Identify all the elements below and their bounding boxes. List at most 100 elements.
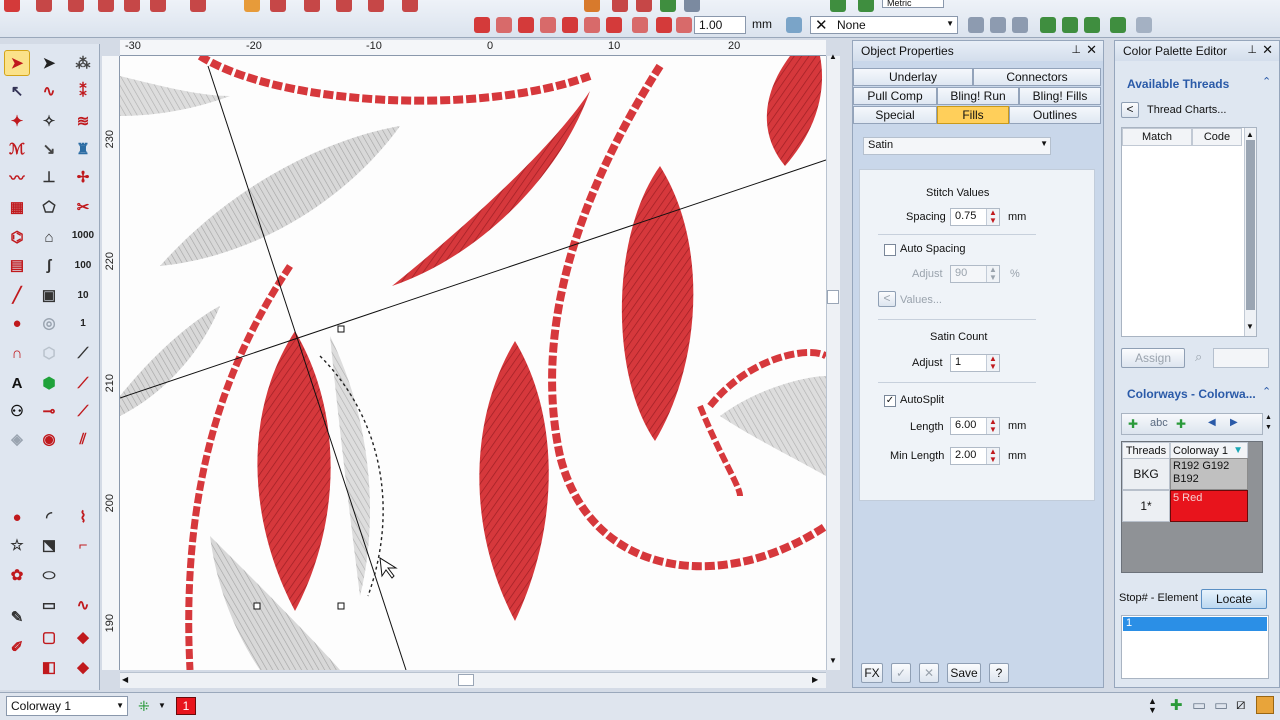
assign-button[interactable]: Assign	[1121, 348, 1185, 368]
tab-connectors[interactable]: Connectors	[973, 68, 1101, 86]
tool-icon[interactable]	[1062, 17, 1078, 33]
sphere-icon[interactable]: ●	[4, 504, 30, 530]
scroll-thumb[interactable]	[827, 290, 839, 304]
thread-charts-link[interactable]: Thread Charts...	[1147, 104, 1226, 116]
list-item[interactable]: 1	[1123, 617, 1267, 631]
add-icon[interactable]: ✚	[1170, 696, 1183, 714]
overlay-select[interactable]: ✕ None ▼	[810, 16, 958, 34]
align-icon[interactable]	[584, 17, 600, 33]
selection-handle[interactable]	[337, 325, 345, 333]
list-scrollbar[interactable]: ▲ ▼	[1244, 128, 1256, 336]
flower-icon[interactable]: ✿	[4, 562, 30, 588]
zoom-input[interactable]: 1.00	[694, 16, 746, 34]
shield-icon[interactable]: ◆	[70, 654, 96, 680]
tab-pull-comp[interactable]: Pull Comp	[853, 87, 937, 105]
pin-icon[interactable]: ⊥	[1071, 43, 1081, 56]
align-icon[interactable]	[474, 17, 490, 33]
toolbar-icon[interactable]	[304, 0, 320, 12]
satin-adjust-stepper[interactable]: 1 ▲ ▼	[950, 354, 1000, 372]
selection-handle[interactable]	[253, 602, 261, 610]
stepper-arrows-icon[interactable]: ▲ ▼	[986, 209, 999, 225]
pen-line-icon[interactable]: ⟋	[70, 370, 96, 396]
collapse-icon[interactable]: ⌃	[1262, 385, 1271, 398]
clip-icon[interactable]: ◧	[36, 654, 62, 680]
scroll-up-icon[interactable]: ▲	[829, 52, 837, 61]
hatch-icon[interactable]: ▤	[4, 252, 30, 278]
tab-bling-run[interactable]: Bling! Run	[937, 87, 1019, 105]
toolbar-icon[interactable]	[684, 0, 700, 12]
stepper-arrows-icon[interactable]: ▲ ▼	[1148, 697, 1157, 715]
toolbar-icon[interactable]	[368, 0, 384, 12]
circle-outline-icon[interactable]: ◎	[36, 310, 62, 336]
toolbar-icon[interactable]	[660, 0, 676, 12]
search-icon[interactable]: ⌕	[1195, 349, 1202, 365]
close-icon[interactable]: ✕	[1086, 42, 1097, 58]
node-icon[interactable]: ⊥	[36, 164, 62, 190]
wave-icon[interactable]: 〰	[4, 164, 30, 190]
toolbar-icon[interactable]	[4, 0, 20, 12]
star-icon[interactable]: ☆	[4, 532, 30, 558]
stepper-arrows-icon[interactable]: ▲ ▼	[986, 355, 999, 371]
tool-icon[interactable]	[990, 17, 1006, 33]
min-length-stepper[interactable]: 2.00 ▲ ▼	[950, 447, 1000, 465]
spool-icon[interactable]: ♜	[70, 136, 96, 162]
fx-button[interactable]: FX	[861, 663, 883, 683]
rectangle-icon[interactable]: ▭	[36, 592, 62, 618]
column-header[interactable]: Match	[1122, 128, 1192, 146]
needle-draw-icon[interactable]: ✎	[4, 604, 30, 630]
toolbar-icon[interactable]	[584, 0, 600, 12]
toolbar-icon[interactable]	[124, 0, 140, 12]
toolbar-icon[interactable]	[150, 0, 166, 12]
thread-swatch[interactable]: R192 G192 B192	[1170, 458, 1248, 490]
tab-special[interactable]: Special	[853, 106, 937, 124]
tool-icon[interactable]	[1110, 17, 1126, 33]
design-canvas[interactable]	[120, 56, 826, 670]
wave-small-icon[interactable]: ∿	[70, 592, 96, 618]
scroll-thumb[interactable]	[1246, 140, 1255, 310]
circle-fill-icon[interactable]: ●	[4, 310, 30, 336]
frame-icon[interactable]: ▣	[36, 282, 62, 308]
ellipse-icon[interactable]: ⬭	[36, 562, 62, 588]
toolbar-icon[interactable]	[190, 0, 206, 12]
scroll-down-icon[interactable]: ▼	[1246, 322, 1254, 331]
toolbar-icon[interactable]	[612, 0, 628, 12]
edit-pen-icon[interactable]: ✐	[4, 634, 30, 660]
gem-icon[interactable]: ◈	[4, 426, 30, 452]
stepper-arrows-icon[interactable]: ▲ ▼	[986, 266, 999, 282]
thread-swatch[interactable]: 5 Red	[1170, 490, 1248, 522]
align-icon[interactable]	[540, 17, 556, 33]
selection-handle[interactable]	[337, 602, 345, 610]
thread-list[interactable]: Match Code ▲ ▼	[1121, 127, 1257, 337]
colorway-scroll[interactable]: ▲ ▼	[1265, 413, 1275, 435]
align-icon[interactable]	[632, 17, 648, 33]
align-icon[interactable]	[656, 17, 672, 33]
pen-line-icon[interactable]: ⟋	[70, 398, 96, 424]
horizontal-scrollbar[interactable]: ◀ ▶	[120, 672, 826, 688]
tool-icon[interactable]	[1084, 17, 1100, 33]
align-icon[interactable]	[562, 17, 578, 33]
edit-node-icon[interactable]: ∿	[36, 78, 62, 104]
chevron-left-icon[interactable]: <	[878, 291, 896, 307]
align-icon[interactable]	[606, 17, 622, 33]
text-icon[interactable]: A	[4, 370, 30, 396]
chevron-left-icon[interactable]: <	[1121, 102, 1139, 118]
stitch-tool-icon[interactable]: ⁂	[70, 50, 96, 76]
toolbar-icon[interactable]	[98, 0, 114, 12]
toolbar-icon[interactable]	[858, 0, 874, 12]
satin-icon[interactable]: ⫽	[70, 426, 96, 452]
apply-check-button[interactable]: ✓	[891, 663, 911, 683]
scissors-icon[interactable]: ✂	[70, 194, 96, 220]
arch-icon[interactable]: ∩	[4, 340, 30, 366]
toolbar-icon[interactable]	[636, 0, 652, 12]
shape-icon[interactable]: ⬔	[36, 532, 62, 558]
spacing-stepper[interactable]: 0.75 ▲ ▼	[950, 208, 1000, 226]
house-icon[interactable]: ⌂	[36, 224, 62, 250]
polygon-icon[interactable]: ⬠	[36, 194, 62, 220]
tab-fills[interactable]: Fills	[937, 106, 1009, 124]
tool-icon[interactable]	[1012, 17, 1028, 33]
pin-icon[interactable]: ⊥	[1247, 43, 1257, 56]
units-select[interactable]: Metric	[882, 0, 944, 8]
stamp-icon[interactable]: ▢	[36, 624, 62, 650]
toolbar-icon[interactable]	[68, 0, 84, 12]
needle-icon[interactable]: ✢	[70, 164, 96, 190]
